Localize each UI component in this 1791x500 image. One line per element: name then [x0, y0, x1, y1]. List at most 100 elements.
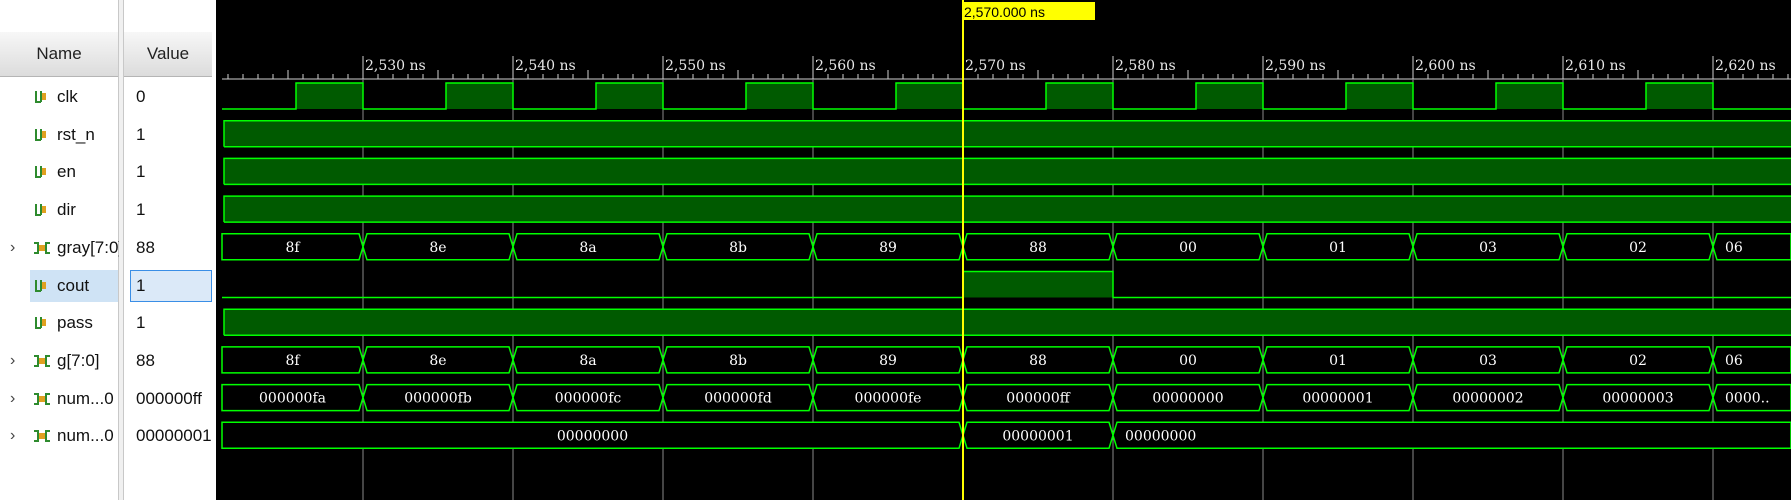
bit-signal-icon	[35, 279, 46, 292]
bus-value-label: 00000001	[1002, 428, 1073, 444]
clk-high-fill	[1646, 83, 1713, 109]
signal-value: 88	[136, 237, 155, 257]
signal-row-cout-5[interactable]: cout 1	[0, 267, 212, 305]
expand-chevron-icon[interactable]: ›	[10, 229, 15, 267]
signal-name: en	[57, 162, 76, 182]
time-axis-label: 2,560 ns	[815, 58, 876, 74]
bus-value-label: 00000000	[1125, 428, 1196, 444]
bus-value-label: 01	[1329, 353, 1347, 369]
signal-row-rst-n-1[interactable]: rst_n 1	[0, 116, 212, 154]
bit-signal-icon	[35, 91, 46, 103]
signal-row-dir-3[interactable]: dir 1	[0, 191, 212, 229]
bus-value-label: 06	[1725, 240, 1743, 256]
time-axis-label: 2,610 ns	[1565, 58, 1626, 74]
bus-value-label: 00000002	[1452, 391, 1523, 407]
signal-name: g[7:0]	[57, 350, 100, 370]
expand-chevron-icon[interactable]: ›	[10, 380, 15, 418]
bus-value-label: 8f	[285, 240, 301, 256]
signal-value: 0	[136, 87, 146, 106]
signal-name: clk	[57, 87, 78, 106]
bus-value-label: 00000000	[1152, 391, 1223, 407]
bus-value-label: 8a	[579, 240, 596, 256]
bus-value-label: 06	[1725, 353, 1743, 369]
bus-value-label: 000000fa	[259, 391, 326, 407]
signal-row-num-0-8[interactable]: › num...0 000000ff	[0, 380, 212, 418]
bus-value-label: 03	[1479, 353, 1497, 369]
signal-row-clk-0[interactable]: clk 0	[0, 78, 212, 116]
bus-value-label: 8b	[729, 353, 747, 369]
signal-value: 1	[136, 313, 146, 333]
bus-value-label: 00000001	[1302, 391, 1373, 407]
time-axis-label: 2,590 ns	[1265, 58, 1326, 74]
signal-value: 00000001	[136, 426, 212, 446]
bus-value-label: 01	[1329, 240, 1347, 256]
time-axis-label: 2,530 ns	[365, 58, 426, 74]
clk-high-fill	[296, 83, 363, 109]
expand-chevron-icon[interactable]: ›	[10, 417, 15, 455]
time-axis-label: 2,580 ns	[1115, 58, 1176, 74]
time-axis-label: 2,550 ns	[665, 58, 726, 74]
signal-value: 000000ff	[136, 388, 202, 408]
bus-value-label: 8e	[429, 353, 446, 369]
clk-high-fill	[746, 83, 813, 109]
pass-high-fill	[224, 309, 1791, 336]
bus-value-label: 02	[1629, 240, 1647, 256]
dir-high-fill	[224, 196, 1791, 223]
bus-value-label: 8b	[729, 240, 747, 256]
signal-name: cout	[57, 275, 90, 295]
bit-signal-icon	[35, 166, 46, 179]
bus-value-label: 00	[1179, 353, 1197, 369]
clk-high-fill	[1496, 83, 1563, 109]
signal-row-num-0-9[interactable]: › num...0 00000001	[0, 417, 212, 455]
value-column-header[interactable]: Value	[124, 32, 212, 76]
bus-value-label: 00000000	[557, 428, 628, 444]
bus-value-label: 000000fd	[704, 391, 772, 407]
signal-name: pass	[57, 313, 93, 333]
signal-value: 1	[136, 200, 146, 220]
bus-value-label: 8e	[429, 240, 446, 256]
signal-name: dir	[57, 200, 76, 220]
clk-high-fill	[896, 83, 963, 109]
bit-signal-icon	[35, 317, 46, 330]
signal-value: 1	[136, 275, 146, 295]
time-axis-label: 2,540 ns	[515, 58, 576, 74]
signal-name: num...0	[57, 388, 114, 408]
signal-row-gray-7-0--4[interactable]: › gray[7:0] 88	[0, 229, 212, 267]
name-column-header[interactable]: Name	[0, 32, 118, 76]
column-header: Name Value	[0, 32, 212, 77]
expand-chevron-icon[interactable]: ›	[10, 342, 15, 380]
time-axis-label: 2,620 ns	[1715, 58, 1776, 74]
rst_n-high-fill	[224, 120, 1791, 147]
bus-value-label: 000000fb	[404, 391, 472, 407]
bit-signal-icon	[35, 128, 46, 141]
bus-signal-icon	[34, 430, 50, 443]
bit-signal-icon	[35, 204, 46, 217]
bus-value-label: 02	[1629, 353, 1647, 369]
bus-signal-icon	[34, 392, 50, 405]
waveform-canvas[interactable]: 2,530 ns 2,540 ns 2,550 ns 2,560 ns 2,570 ns…	[216, 0, 1791, 500]
bus-value-label: 89	[879, 353, 897, 369]
cursor-time-label[interactable]: 2,570.000 ns	[962, 2, 1095, 20]
bus-value-label: 00000003	[1602, 391, 1673, 407]
bus-value-label: 000000ff	[1006, 391, 1070, 407]
signal-name: gray[7:0]	[57, 237, 119, 257]
bus-value-label: 88	[1029, 240, 1047, 256]
bus-value-label: 0000..	[1725, 391, 1770, 407]
signal-row-pass-6[interactable]: pass 1	[0, 304, 212, 342]
signal-row-en-2[interactable]: en 1	[0, 153, 212, 191]
clk-high-fill	[446, 83, 513, 109]
bus-value-label: 03	[1479, 240, 1497, 256]
signal-name-panel: Name Value clk 0 rst_n 1 en 1 dir 1 › gray[7:0] 88…	[0, 0, 212, 500]
clk-high-fill	[1046, 83, 1113, 109]
bus-signal-icon	[34, 354, 50, 367]
bus-value-label: 88	[1029, 353, 1047, 369]
signal-value: 1	[136, 162, 146, 182]
en-high-fill	[224, 158, 1791, 185]
signal-row-g-7-0--7[interactable]: › g[7:0] 88	[0, 342, 212, 380]
cout-high-fill	[963, 271, 1113, 298]
signal-name: rst_n	[57, 124, 95, 144]
bus-value-label: 000000fc	[555, 391, 622, 407]
clk-high-fill	[596, 83, 663, 109]
bus-value-label: 000000fe	[855, 391, 922, 407]
bus-value-label: 00	[1179, 240, 1197, 256]
